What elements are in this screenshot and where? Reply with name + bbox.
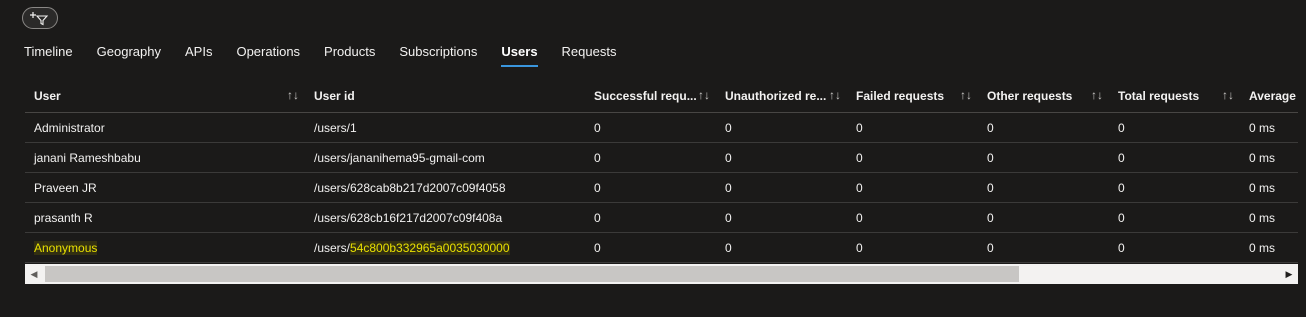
cell-user-id: /users/54c800b332965a0035030000 <box>305 232 585 263</box>
table-row[interactable]: Praveen JR /users/628cab8b217d2007c09f40… <box>25 172 1298 203</box>
cell-user: Administrator <box>25 112 305 143</box>
column-header-successful-requests[interactable]: Successful requ... ↑ ↓ <box>585 80 716 113</box>
cell-successful: 0 <box>585 172 716 203</box>
cell-average: 0 ms <box>1240 232 1298 263</box>
table-row[interactable]: Administrator /users/1 0 0 0 0 0 0 ms <box>25 112 1298 143</box>
table-row[interactable]: prasanth R /users/628cb16f217d2007c09f40… <box>25 202 1298 233</box>
tab-timeline[interactable]: Timeline <box>24 44 73 67</box>
tab-bar: Timeline Geography APIs Operations Produ… <box>24 44 640 67</box>
table-row[interactable]: Anonymous /users/54c800b332965a003503000… <box>25 232 1298 263</box>
cell-user: prasanth R <box>25 202 305 233</box>
scroll-left-icon[interactable]: ◀ <box>25 264 43 284</box>
cell-failed: 0 <box>847 202 978 233</box>
sort-icon[interactable]: ↑ ↓ <box>287 89 299 101</box>
sort-icon[interactable]: ↑ ↓ <box>829 89 841 101</box>
highlighted-user: Anonymous <box>34 240 98 255</box>
cell-failed: 0 <box>847 112 978 143</box>
cell-failed: 0 <box>847 172 978 203</box>
highlighted-user-id: 54c800b332965a0035030000 <box>350 240 510 255</box>
cell-failed: 0 <box>847 232 978 263</box>
scrollbar-thumb[interactable] <box>45 266 1019 282</box>
table-header-row: User ↑ ↓ User id Successful requ... ↑ ↓ Un… <box>25 80 1298 113</box>
sort-icon[interactable]: ↑ ↓ <box>960 89 972 101</box>
cell-unauthorized: 0 <box>716 142 847 173</box>
cell-user-id: /users/628cb16f217d2007c09f408a <box>305 202 585 233</box>
cell-total: 0 <box>1109 172 1240 203</box>
column-header-failed-requests[interactable]: Failed requests ↑ ↓ <box>847 80 978 113</box>
cell-other: 0 <box>978 172 1109 203</box>
add-filter-icon <box>30 12 49 26</box>
cell-average: 0 ms <box>1240 202 1298 233</box>
users-grid: User ↑ ↓ User id Successful requ... ↑ ↓ Un… <box>25 80 1298 284</box>
cell-unauthorized: 0 <box>716 232 847 263</box>
cell-unauthorized: 0 <box>716 112 847 143</box>
column-header-unauthorized-requests[interactable]: Unauthorized re... ↑ ↓ <box>716 80 847 113</box>
cell-successful: 0 <box>585 202 716 233</box>
cell-user: janani Rameshbabu <box>25 142 305 173</box>
cell-successful: 0 <box>585 142 716 173</box>
cell-user: Anonymous <box>25 232 305 263</box>
cell-unauthorized: 0 <box>716 202 847 233</box>
cell-average: 0 ms <box>1240 112 1298 143</box>
cell-user-id: /users/1 <box>305 112 585 143</box>
sort-icon[interactable]: ↑ ↓ <box>1091 89 1103 101</box>
tab-requests[interactable]: Requests <box>562 44 617 67</box>
sort-icon[interactable]: ↑ ↓ <box>1222 89 1234 101</box>
cell-user: Praveen JR <box>25 172 305 203</box>
tab-geography[interactable]: Geography <box>97 44 161 67</box>
column-header-user-id[interactable]: User id <box>305 80 585 113</box>
cell-other: 0 <box>978 232 1109 263</box>
cell-user-id: /users/628cab8b217d2007c09f4058 <box>305 172 585 203</box>
cell-failed: 0 <box>847 142 978 173</box>
tab-users[interactable]: Users <box>501 44 538 67</box>
table-row[interactable]: janani Rameshbabu /users/jananihema95-gm… <box>25 142 1298 173</box>
tab-products[interactable]: Products <box>324 44 375 67</box>
user-id-prefix: /users/ <box>314 240 351 255</box>
cell-average: 0 ms <box>1240 142 1298 173</box>
add-filter-button[interactable] <box>22 7 58 29</box>
cell-successful: 0 <box>585 232 716 263</box>
cell-average: 0 ms <box>1240 172 1298 203</box>
horizontal-scrollbar[interactable]: ◀ ▶ <box>25 264 1298 284</box>
cell-other: 0 <box>978 202 1109 233</box>
users-table: User ↑ ↓ User id Successful requ... ↑ ↓ Un… <box>25 80 1298 263</box>
cell-total: 0 <box>1109 232 1240 263</box>
column-header-user[interactable]: User ↑ ↓ <box>25 80 305 113</box>
sort-icon[interactable]: ↑ ↓ <box>698 89 710 101</box>
column-header-average[interactable]: Average <box>1240 80 1298 113</box>
tab-subscriptions[interactable]: Subscriptions <box>399 44 477 67</box>
cell-total: 0 <box>1109 202 1240 233</box>
cell-total: 0 <box>1109 142 1240 173</box>
cell-total: 0 <box>1109 112 1240 143</box>
cell-successful: 0 <box>585 112 716 143</box>
column-header-other-requests[interactable]: Other requests ↑ ↓ <box>978 80 1109 113</box>
tab-operations[interactable]: Operations <box>236 44 300 67</box>
cell-unauthorized: 0 <box>716 172 847 203</box>
cell-other: 0 <box>978 142 1109 173</box>
column-header-total-requests[interactable]: Total requests ↑ ↓ <box>1109 80 1240 113</box>
scroll-right-icon[interactable]: ▶ <box>1280 264 1298 284</box>
cell-user-id: /users/jananihema95-gmail-com <box>305 142 585 173</box>
cell-other: 0 <box>978 112 1109 143</box>
tab-apis[interactable]: APIs <box>185 44 212 67</box>
